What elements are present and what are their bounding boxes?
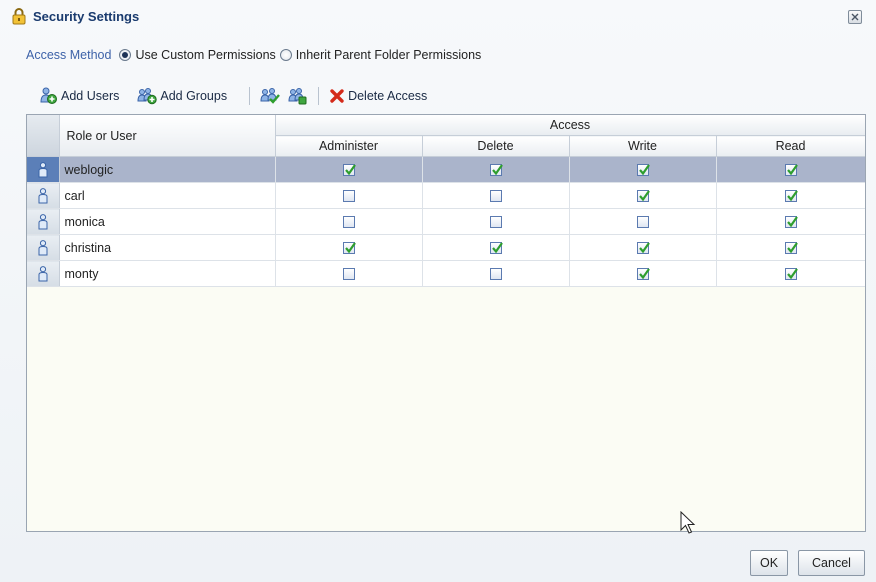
add-groups-button[interactable]: Add Groups	[137, 87, 227, 105]
delete-cell	[422, 156, 570, 183]
toolbar-divider	[318, 87, 320, 105]
delete-checkbox[interactable]	[489, 268, 502, 281]
delete-cell	[422, 260, 570, 287]
administer-checkbox[interactable]	[342, 268, 355, 281]
user-name: christina	[59, 234, 276, 261]
administer-checkbox[interactable]	[342, 190, 355, 203]
ok-button[interactable]: OK	[750, 550, 788, 576]
row-user-icon-cell[interactable]	[27, 208, 60, 235]
close-button[interactable]	[848, 10, 862, 24]
read-cell	[716, 234, 865, 261]
delete-cell	[422, 234, 570, 261]
administer-cell	[275, 156, 423, 183]
delete-access-label: Delete Access	[348, 89, 428, 103]
user-icon	[38, 239, 48, 255]
toolbar: Add Users Add Groups Delete Access	[38, 86, 427, 106]
users-config-icon	[288, 88, 307, 105]
access-method-label: Access Method	[26, 48, 112, 62]
toolbar-divider	[249, 87, 251, 105]
group-settings-button[interactable]	[287, 87, 310, 105]
delete-x-icon	[330, 89, 344, 103]
delete-access-button[interactable]: Delete Access	[329, 87, 427, 105]
user-icon	[38, 265, 48, 281]
close-icon	[851, 13, 859, 21]
users-check-icon	[260, 88, 280, 104]
write-cell	[569, 182, 717, 209]
inherit-parent-permissions-radio[interactable]	[279, 49, 292, 61]
inherit-parent-permissions-label[interactable]: Inherit Parent Folder Permissions	[296, 48, 482, 62]
read-column-header[interactable]: Read	[716, 135, 865, 157]
write-checkbox[interactable]	[636, 216, 649, 229]
user-icon	[38, 161, 48, 177]
row-user-icon-cell[interactable]	[27, 234, 60, 261]
permissions-table: Role or User Access Administer Delete Wr…	[26, 114, 866, 532]
mouse-cursor-icon	[680, 511, 696, 534]
administer-checkbox[interactable]	[342, 242, 356, 255]
add-users-button[interactable]: Add Users	[38, 87, 119, 105]
write-cell	[569, 234, 717, 261]
user-icon	[38, 187, 48, 203]
write-cell	[569, 208, 717, 235]
write-checkbox[interactable]	[636, 268, 650, 281]
add-users-label: Add Users	[61, 89, 120, 103]
security-settings-dialog: Security Settings Access Method Use Cust…	[0, 0, 876, 582]
use-custom-permissions-label[interactable]: Use Custom Permissions	[135, 48, 275, 62]
user-name: monty	[59, 260, 276, 287]
read-cell	[716, 156, 865, 183]
write-checkbox[interactable]	[636, 190, 650, 203]
read-checkbox[interactable]	[784, 216, 798, 229]
add-groups-label: Add Groups	[160, 89, 228, 103]
read-cell	[716, 182, 865, 209]
row-user-icon-cell[interactable]	[27, 156, 60, 183]
delete-checkbox[interactable]	[489, 216, 502, 229]
table-row[interactable]: christina	[27, 234, 865, 261]
write-column-header[interactable]: Write	[569, 135, 717, 157]
administer-cell	[275, 182, 423, 209]
grant-access-button[interactable]	[260, 87, 283, 105]
user-name: monica	[59, 208, 276, 235]
read-checkbox[interactable]	[784, 268, 798, 281]
access-group-header: Access	[275, 115, 865, 136]
dialog-title: Security Settings	[33, 9, 140, 24]
administer-cell	[275, 234, 423, 261]
administer-cell	[275, 260, 423, 287]
delete-cell	[422, 208, 570, 235]
write-cell	[569, 156, 717, 183]
delete-checkbox[interactable]	[489, 164, 503, 177]
administer-checkbox[interactable]	[342, 216, 355, 229]
administer-column-header[interactable]: Administer	[275, 135, 423, 157]
lock-icon	[12, 8, 26, 25]
read-cell	[716, 260, 865, 287]
read-cell	[716, 208, 865, 235]
access-method-row: Access Method Use Custom Permissions Inh…	[26, 46, 481, 64]
user-icon	[38, 213, 48, 229]
row-selector-header	[27, 115, 60, 157]
delete-cell	[422, 182, 570, 209]
table-row[interactable]: monty	[27, 260, 865, 287]
table-row[interactable]: weblogic	[27, 156, 865, 183]
read-checkbox[interactable]	[784, 242, 798, 255]
user-name: weblogic	[59, 156, 276, 183]
administer-cell	[275, 208, 423, 235]
cancel-button[interactable]: Cancel	[798, 550, 865, 576]
add-user-icon	[40, 87, 57, 104]
add-group-icon	[137, 88, 158, 105]
table-row[interactable]: carl	[27, 182, 865, 209]
write-checkbox[interactable]	[636, 242, 650, 255]
table-row[interactable]: monica	[27, 208, 865, 235]
role-column-header[interactable]: Role or User	[59, 115, 276, 157]
delete-checkbox[interactable]	[489, 190, 502, 203]
read-checkbox[interactable]	[784, 190, 798, 203]
use-custom-permissions-radio[interactable]	[119, 49, 132, 61]
delete-column-header[interactable]: Delete	[422, 135, 570, 157]
title-bar: Security Settings	[0, 0, 876, 36]
write-cell	[569, 260, 717, 287]
row-user-icon-cell[interactable]	[27, 182, 60, 209]
delete-checkbox[interactable]	[489, 242, 503, 255]
administer-checkbox[interactable]	[342, 164, 356, 177]
read-checkbox[interactable]	[784, 164, 798, 177]
row-user-icon-cell[interactable]	[27, 260, 60, 287]
write-checkbox[interactable]	[636, 164, 650, 177]
user-name: carl	[59, 182, 276, 209]
